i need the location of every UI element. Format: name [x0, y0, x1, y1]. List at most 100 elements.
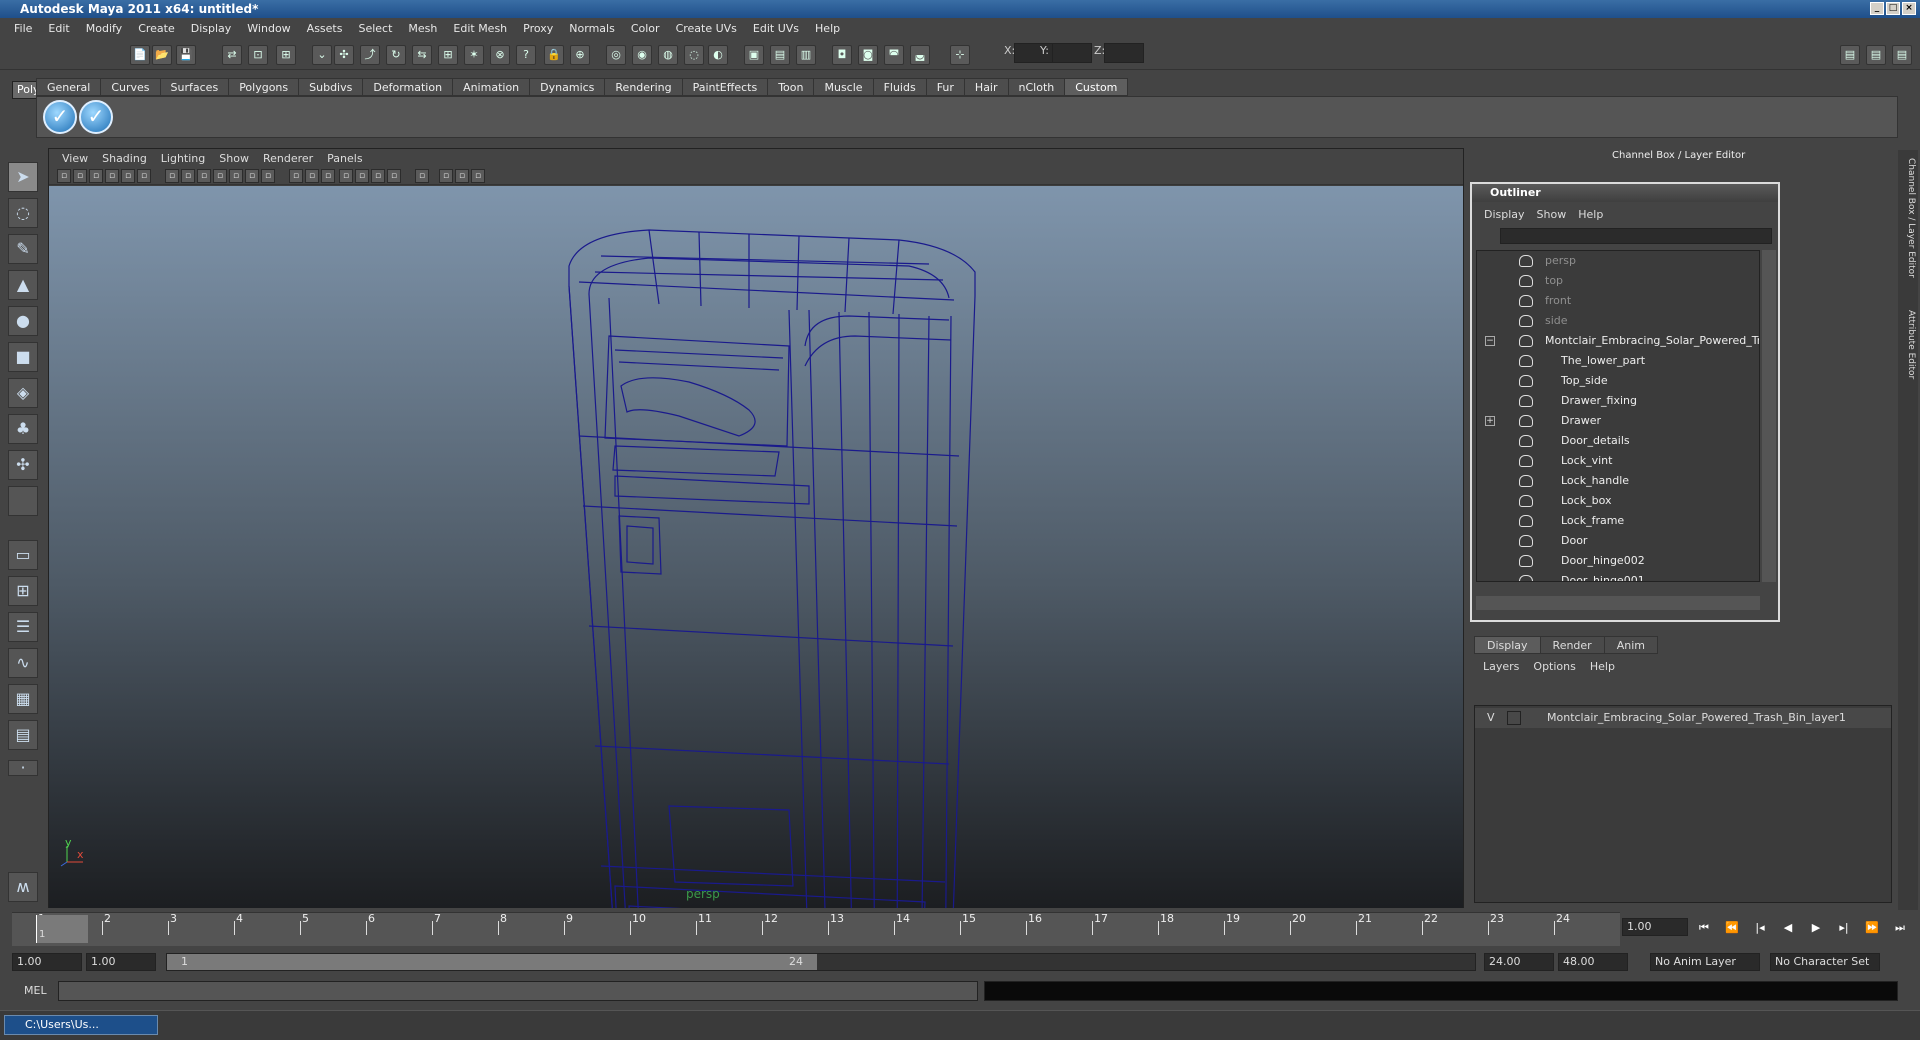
menu-modify[interactable]: Modify: [78, 22, 130, 35]
menu-mesh[interactable]: Mesh: [400, 22, 445, 35]
menu-window[interactable]: Window: [239, 22, 298, 35]
shelf-tab-painteffects[interactable]: PaintEffects: [681, 78, 769, 96]
shelf-tab-ncloth[interactable]: nCloth: [1007, 78, 1066, 96]
command-input[interactable]: [58, 981, 978, 1001]
playback-start-field[interactable]: 1.00: [86, 953, 156, 971]
outliner-node[interactable]: Door_hinge002: [1477, 551, 1759, 571]
statusline-tool-icon-16[interactable]: 🔒: [544, 45, 564, 65]
perspective-viewport[interactable]: View Shading Lighting Show Renderer Panels ▫ ▫…: [48, 148, 1464, 1013]
statusline-tool-icon-7[interactable]: ⌄: [312, 45, 332, 65]
outliner-menu-show[interactable]: Show: [1531, 208, 1573, 221]
side-tab-attribute-editor[interactable]: Attribute Editor: [1900, 310, 1916, 379]
anim-layer-dropdown[interactable]: No Anim Layer: [1650, 953, 1760, 971]
outliner-vertical-scrollbar[interactable]: [1762, 250, 1776, 582]
panel-toggle-icon-1[interactable]: ▤: [1840, 45, 1860, 65]
statusline-tool-icon-10[interactable]: ↻: [386, 45, 406, 65]
viewport-tool-icon-3[interactable]: ▫: [89, 169, 103, 183]
menu-normals[interactable]: Normals: [561, 22, 623, 35]
step-forward-key-icon[interactable]: ⏩: [1862, 918, 1882, 938]
viewport-tool-icon-17[interactable]: ▫: [339, 169, 353, 183]
statusline-tool-icon-23[interactable]: ▣: [744, 45, 764, 65]
range-slider[interactable]: 1 24: [166, 953, 1476, 971]
viewport-tool-icon-10[interactable]: ▫: [213, 169, 227, 183]
viewport-tool-icon-6[interactable]: ▫: [137, 169, 151, 183]
z-field[interactable]: [1104, 43, 1144, 63]
outliner-node[interactable]: Drawer +: [1477, 411, 1759, 431]
command-language-label[interactable]: MEL: [24, 984, 47, 997]
time-slider[interactable]: 1234567891011121314151617181920212223241: [12, 912, 1620, 946]
scale-tool-icon[interactable]: ■: [8, 342, 38, 372]
statusline-tool-icon-5[interactable]: ⊡: [248, 45, 268, 65]
layer-menu-layers[interactable]: Layers: [1476, 660, 1526, 673]
viewport-menu-show[interactable]: Show: [212, 152, 256, 165]
outliner-group[interactable]: Montclair_Embracing_Solar_Powered_Trash −: [1477, 331, 1759, 351]
shelf-tab-toon[interactable]: Toon: [767, 78, 815, 96]
viewport-menu-shading[interactable]: Shading: [95, 152, 154, 165]
viewport-tool-icon-16[interactable]: ▫: [321, 169, 335, 183]
statusline-tool-icon-28[interactable]: ◚: [884, 45, 904, 65]
shelf-tab-curves[interactable]: Curves: [100, 78, 161, 96]
viewport-tool-icon-5[interactable]: ▫: [121, 169, 135, 183]
statusline-tool-icon-27[interactable]: ◙: [858, 45, 878, 65]
play-forward-icon[interactable]: ▶: [1806, 918, 1826, 938]
viewport-tool-icon-1[interactable]: ▫: [57, 169, 71, 183]
viewport-tool-icon-24[interactable]: ▫: [471, 169, 485, 183]
outliner-node-expand-icon[interactable]: +: [1485, 416, 1495, 426]
statusline-tool-icon-4[interactable]: ⇄: [222, 45, 242, 65]
soft-mod-icon[interactable]: ♣: [8, 414, 38, 444]
menu-color[interactable]: Color: [623, 22, 668, 35]
move-tool-icon[interactable]: ▲: [8, 270, 38, 300]
statusline-tool-icon-19[interactable]: ◉: [632, 45, 652, 65]
shelf-tab-fur[interactable]: Fur: [925, 78, 965, 96]
outliner-node[interactable]: Top_side: [1477, 371, 1759, 391]
statusline-tool-icon-12[interactable]: ⊞: [438, 45, 458, 65]
outliner-node[interactable]: The_lower_part: [1477, 351, 1759, 371]
outliner-node[interactable]: Drawer_fixing: [1477, 391, 1759, 411]
four-view-layout-icon[interactable]: ⊞: [8, 576, 38, 606]
menu-edit-mesh[interactable]: Edit Mesh: [445, 22, 515, 35]
statusline-tool-icon-30[interactable]: ⊹: [950, 45, 970, 65]
side-tab-channel-box[interactable]: Channel Box / Layer Editor: [1900, 158, 1916, 278]
range-slider-handle[interactable]: 1 24: [167, 954, 817, 970]
taskbar-item[interactable]: C:\Users\Us...: [4, 1015, 158, 1035]
custom-layout-icon[interactable]: ▤: [8, 720, 38, 750]
statusline-tool-icon-18[interactable]: ◎: [606, 45, 626, 65]
anim-start-field[interactable]: 1.00: [12, 953, 82, 971]
statusline-tool-icon-11[interactable]: ⇆: [412, 45, 432, 65]
menu-create[interactable]: Create: [130, 22, 183, 35]
outliner-node[interactable]: Lock_frame: [1477, 511, 1759, 531]
outliner-camera-side[interactable]: side: [1477, 311, 1759, 331]
layer-tab-render[interactable]: Render: [1539, 636, 1605, 654]
show-manipulator-icon[interactable]: ✣: [8, 450, 38, 480]
layout-more-icon[interactable]: ·: [8, 760, 38, 776]
outliner-node[interactable]: Door_hinge001: [1477, 571, 1759, 581]
viewport-tool-icon-8[interactable]: ▫: [181, 169, 195, 183]
statusline-tool-icon-6[interactable]: ⊞: [276, 45, 296, 65]
outliner-node[interactable]: Door: [1477, 531, 1759, 551]
viewport-tool-icon-18[interactable]: ▫: [355, 169, 369, 183]
shelf-tab-fluids[interactable]: Fluids: [872, 78, 927, 96]
statusline-tool-icon-15[interactable]: ?: [516, 45, 536, 65]
outliner-filter-field[interactable]: [1500, 228, 1772, 244]
go-to-end-icon[interactable]: ⏭: [1890, 918, 1910, 938]
layer-menu-options[interactable]: Options: [1526, 660, 1582, 673]
layer-tab-display[interactable]: Display: [1474, 636, 1541, 654]
statusline-tool-icon-17[interactable]: ⊕: [570, 45, 590, 65]
statusline-tool-icon-29[interactable]: ◛: [910, 45, 930, 65]
layer-menu-help[interactable]: Help: [1583, 660, 1622, 673]
outliner-group-expand-icon[interactable]: −: [1485, 336, 1495, 346]
shelf-tab-dynamics[interactable]: Dynamics: [529, 78, 606, 96]
outliner-camera-top[interactable]: top: [1477, 271, 1759, 291]
viewport-tool-icon-22[interactable]: ▫: [439, 169, 453, 183]
custom-shelf-check-icon-1[interactable]: ✓: [43, 100, 77, 134]
viewport-tool-icon-19[interactable]: ▫: [371, 169, 385, 183]
select-tool-icon[interactable]: ➤: [8, 162, 38, 192]
custom-shelf-check-icon-2[interactable]: ✓: [79, 100, 113, 134]
statusline-tool-icon-22[interactable]: ◐: [708, 45, 728, 65]
viewport-tool-icon-2[interactable]: ▫: [73, 169, 87, 183]
character-set-dropdown[interactable]: No Character Set: [1770, 953, 1880, 971]
paint-select-icon[interactable]: ✎: [8, 234, 38, 264]
viewport-menu-renderer[interactable]: Renderer: [256, 152, 320, 165]
outliner-node[interactable]: Door_details: [1477, 431, 1759, 451]
menu-create-uvs[interactable]: Create UVs: [668, 22, 745, 35]
